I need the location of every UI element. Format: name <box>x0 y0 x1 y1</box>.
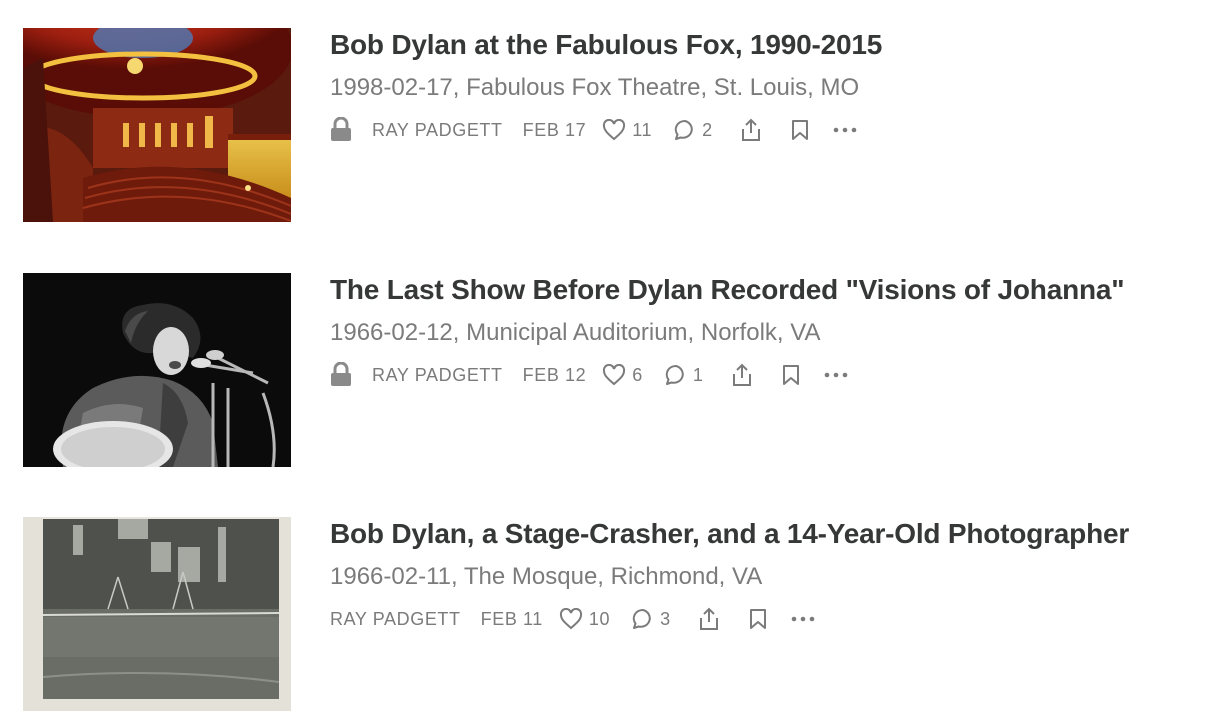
post-date: FEB 11 <box>480 608 543 629</box>
post-item: The Last Show Before Dylan Recorded "Vis… <box>23 273 1223 468</box>
comment-count: 3 <box>660 608 671 629</box>
post-title[interactable]: Bob Dylan at the Fabulous Fox, 1990-2015 <box>330 29 882 61</box>
like-button[interactable]: 10 <box>559 608 610 630</box>
post-meta: RAY PADGETT FEB 11 10 3 <box>330 605 815 633</box>
post-date: FEB 17 <box>522 119 587 140</box>
bookmark-icon <box>791 120 808 140</box>
more-options-button[interactable] <box>833 127 857 133</box>
post-item: Bob Dylan at the Fabulous Fox, 1990-2015… <box>23 28 1223 223</box>
more-options-button[interactable] <box>791 616 815 622</box>
bookmark-icon <box>782 365 799 385</box>
like-button[interactable]: 6 <box>602 364 643 386</box>
comment-bubble-icon <box>665 364 684 385</box>
post-meta: RAY PADGETT FEB 17 11 2 <box>330 116 857 144</box>
post-title[interactable]: The Last Show Before Dylan Recorded "Vis… <box>330 274 1125 306</box>
post-subtitle: 1966-02-12, Municipal Auditorium, Norfol… <box>330 319 821 346</box>
more-options-icon <box>833 127 857 133</box>
comment-bubble-icon <box>632 608 651 629</box>
post-author[interactable]: RAY PADGETT <box>330 609 461 630</box>
post-author[interactable]: RAY PADGETT <box>372 120 503 141</box>
comment-bubble-icon <box>674 119 693 140</box>
post-meta: RAY PADGETT FEB 12 6 1 <box>330 361 848 389</box>
post-thumbnail-performer[interactable] <box>23 273 291 467</box>
more-options-button[interactable] <box>824 372 848 378</box>
bookmark-button[interactable] <box>749 608 767 630</box>
bookmark-button[interactable] <box>791 119 809 141</box>
share-icon <box>741 118 760 141</box>
more-options-icon <box>791 616 815 622</box>
post-thumbnail-theater[interactable] <box>23 28 291 222</box>
like-count: 11 <box>632 119 653 140</box>
bookmark-button[interactable] <box>782 364 800 386</box>
heart-icon <box>603 364 626 386</box>
post-thumbnail-vintage-stage[interactable] <box>23 517 291 711</box>
comment-button[interactable]: 3 <box>632 608 671 630</box>
heart-icon <box>559 608 582 630</box>
comment-count: 1 <box>692 364 704 385</box>
share-button[interactable] <box>732 363 752 387</box>
post-item: Bob Dylan, a Stage-Crasher, and a 14-Yea… <box>23 517 1223 712</box>
lock-icon <box>331 362 351 386</box>
post-title[interactable]: Bob Dylan, a Stage-Crasher, and a 14-Yea… <box>330 518 1129 550</box>
post-author[interactable]: RAY PADGETT <box>372 365 503 386</box>
post-date: FEB 12 <box>522 364 587 385</box>
like-count: 10 <box>588 608 611 629</box>
share-icon <box>699 607 718 630</box>
share-button[interactable] <box>741 118 761 142</box>
share-button[interactable] <box>699 607 719 631</box>
lock-icon <box>331 117 351 141</box>
more-options-icon <box>824 372 847 378</box>
bookmark-icon <box>749 609 766 629</box>
like-button[interactable]: 11 <box>602 119 652 141</box>
comment-button[interactable]: 2 <box>674 119 713 141</box>
like-count: 6 <box>632 364 643 385</box>
post-subtitle: 1966-02-11, The Mosque, Richmond, VA <box>330 563 763 590</box>
share-icon <box>732 363 751 386</box>
comment-count: 2 <box>702 119 713 140</box>
post-subtitle: 1998-02-17, Fabulous Fox Theatre, St. Lo… <box>330 74 860 101</box>
heart-icon <box>603 119 626 141</box>
comment-button[interactable]: 1 <box>665 364 704 386</box>
